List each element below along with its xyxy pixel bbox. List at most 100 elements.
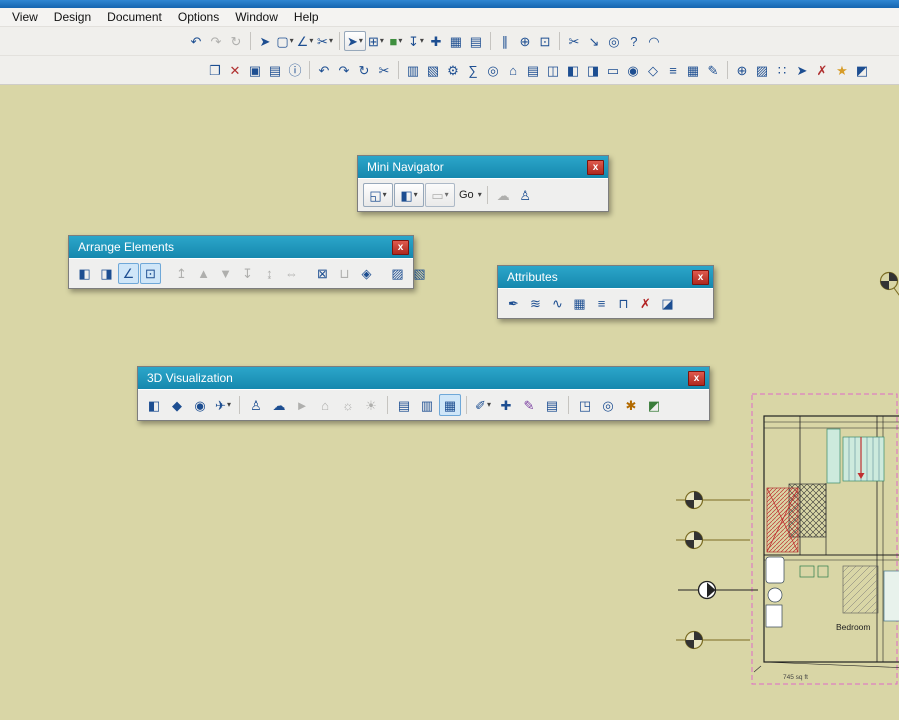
layout-book-icon[interactable]: ▦ [683, 60, 703, 80]
column-grid-icon[interactable]: ∥ [495, 31, 515, 51]
layout-book-button[interactable]: ▭ ▾ [425, 183, 455, 207]
dropdown-caret-icon[interactable]: ▾ [359, 37, 363, 45]
visualization-options-icon[interactable]: ◩ [643, 394, 665, 416]
favorites-icon[interactable]: ★ [832, 60, 852, 80]
menu-options[interactable]: Options [170, 8, 227, 26]
window-titlebar[interactable] [0, 0, 899, 8]
drawing-icon[interactable]: ✎ [703, 60, 723, 80]
bring-forward-icon[interactable]: ▨ [387, 263, 408, 284]
palette-titlebar[interactable]: Attributes x [498, 266, 713, 288]
save-icon[interactable]: ▣ [245, 60, 265, 80]
building-material-icon[interactable]: ◪ [657, 293, 678, 314]
marquee-tool-icon[interactable]: ▢ ▾ [275, 31, 295, 51]
repeat-icon[interactable]: ↻ [226, 31, 246, 51]
line-type-icon[interactable]: ∿ [547, 293, 568, 314]
layer-settings-icon[interactable]: ≋ [525, 293, 546, 314]
print-icon[interactable]: ▤ [265, 60, 285, 80]
dropdown-caret-icon[interactable]: ▾ [329, 37, 333, 45]
surface-paint-icon[interactable]: ✎ [518, 394, 540, 416]
find-select-icon[interactable]: ◎ [483, 60, 503, 80]
camera-path-icon[interactable]: ✐ ▾ [472, 394, 494, 416]
talk-bubble-icon[interactable]: ☁ [268, 394, 290, 416]
composite-structure-icon[interactable]: ≡ [591, 293, 612, 314]
close-icon[interactable]: x [692, 269, 709, 285]
align-right-edges-icon[interactable]: ◨ [96, 263, 117, 284]
group-icon[interactable]: ◈ [356, 263, 377, 284]
element-information-icon[interactable]: ▦ [446, 31, 466, 51]
close-icon[interactable]: x [392, 239, 409, 255]
markup-icon[interactable]: ✗ [812, 60, 832, 80]
align-special-icon[interactable]: ⊡ [140, 263, 161, 284]
palette-titlebar[interactable]: Mini Navigator x [358, 156, 608, 178]
dropdown-caret-icon[interactable]: ▾ [487, 401, 491, 409]
align-left-edges-icon[interactable]: ◧ [74, 263, 95, 284]
elevation-marker-3[interactable] [676, 630, 750, 650]
3d-document-icon[interactable]: ◇ [643, 60, 663, 80]
gravity-icon[interactable]: ↧ ▾ [406, 31, 426, 51]
project-map-button[interactable]: ◱ ▾ [363, 183, 393, 207]
detail-icon[interactable]: ◉ [623, 60, 643, 80]
dropdown-caret-icon[interactable]: ▾ [227, 401, 231, 409]
pin-icon[interactable]: ✚ [495, 394, 517, 416]
undo-icon[interactable]: ↶ [186, 31, 206, 51]
dropdown-caret-icon[interactable]: ▾ [290, 37, 294, 45]
move-up-icon[interactable]: ▲ [193, 263, 214, 284]
pen-color-icon[interactable]: ✒ [503, 293, 524, 314]
fly-mode-icon[interactable]: ✈ ▾ [212, 394, 234, 416]
fill-type-icon[interactable]: ▦ [569, 293, 590, 314]
go-button[interactable]: Go ▾ [456, 183, 482, 207]
lock-icon[interactable]: ⊠ [312, 263, 333, 284]
view-map-button[interactable]: ◧ ▾ [394, 183, 424, 207]
arc-tool-icon[interactable]: ◠ [644, 31, 664, 51]
close-icon[interactable]: x [688, 370, 705, 386]
image-note-icon[interactable]: ▤ [541, 394, 563, 416]
split-icon[interactable]: ✂ [564, 31, 584, 51]
close-icon[interactable]: x [587, 159, 604, 175]
dropdown-caret-icon[interactable]: ▾ [478, 191, 482, 199]
send-backward-icon[interactable]: ▧ [409, 263, 430, 284]
align-angle-icon[interactable]: ∠ [118, 263, 139, 284]
info-icon[interactable]: ⓘ [285, 60, 305, 80]
library-manager-icon[interactable]: ▨ [752, 60, 772, 80]
dropdown-caret-icon[interactable]: ▾ [445, 191, 449, 199]
snap-grid-icon[interactable]: ⊞ ▾ [366, 31, 386, 51]
section-icon[interactable]: ◫ [543, 60, 563, 80]
dropdown-caret-icon[interactable]: ▾ [380, 37, 384, 45]
find-select-icon[interactable]: ➤ [255, 31, 275, 51]
element-settings-icon[interactable]: ⚙ [443, 60, 463, 80]
help-pointer-icon[interactable]: ? [624, 31, 644, 51]
render-settings-icon[interactable]: ✱ [620, 394, 642, 416]
play-walkthrough-icon[interactable]: ► [291, 394, 313, 416]
delete-icon[interactable]: ✕ [225, 60, 245, 80]
arrow-tool-icon[interactable]: ➤ ▾ [344, 31, 366, 51]
dropdown-caret-icon[interactable]: ▾ [383, 191, 387, 199]
profile-manager-icon[interactable]: ⊓ [613, 293, 634, 314]
elevation-icon[interactable]: ◧ [563, 60, 583, 80]
menu-view[interactable]: View [4, 8, 46, 26]
quantities-icon[interactable]: ∑ [463, 60, 483, 80]
story-settings-icon[interactable]: ▤ [523, 60, 543, 80]
run-icon[interactable]: ☼ [337, 394, 359, 416]
snap-guides-icon[interactable]: ✂ ▾ [315, 31, 335, 51]
dropdown-caret-icon[interactable]: ▾ [398, 37, 402, 45]
home-view-icon[interactable]: ⌂ [314, 394, 336, 416]
elevation-marker-top[interactable] [879, 271, 899, 300]
3d-view-settings-icon[interactable]: ◧ [143, 394, 165, 416]
cut-icon[interactable]: ✂ [374, 60, 394, 80]
open-icon[interactable]: ❐ [205, 60, 225, 80]
undo-icon[interactable]: ↶ [314, 60, 334, 80]
solid-editing-icon[interactable]: ■ ▾ [386, 31, 406, 51]
distribute-horizontal-icon[interactable]: ⇔ [281, 263, 302, 284]
clipboard-3d-icon[interactable]: ▦ [439, 394, 461, 416]
zoom-in-icon[interactable]: ⊕ [515, 31, 535, 51]
dropdown-caret-icon[interactable]: ▾ [309, 37, 313, 45]
adjust-icon[interactable]: ↘ [584, 31, 604, 51]
publisher-icon[interactable]: ➤ [792, 60, 812, 80]
perspective-camera-icon[interactable]: ◉ [189, 394, 211, 416]
move-down-icon[interactable]: ▼ [215, 263, 236, 284]
organizer-icon[interactable]: ∷ [772, 60, 792, 80]
elevation-marker-1[interactable] [676, 490, 750, 510]
align-bottom-icon[interactable]: ↧ [237, 263, 258, 284]
align-top-icon[interactable]: ↥ [171, 263, 192, 284]
markup-pen-icon[interactable]: ✗ [635, 293, 656, 314]
